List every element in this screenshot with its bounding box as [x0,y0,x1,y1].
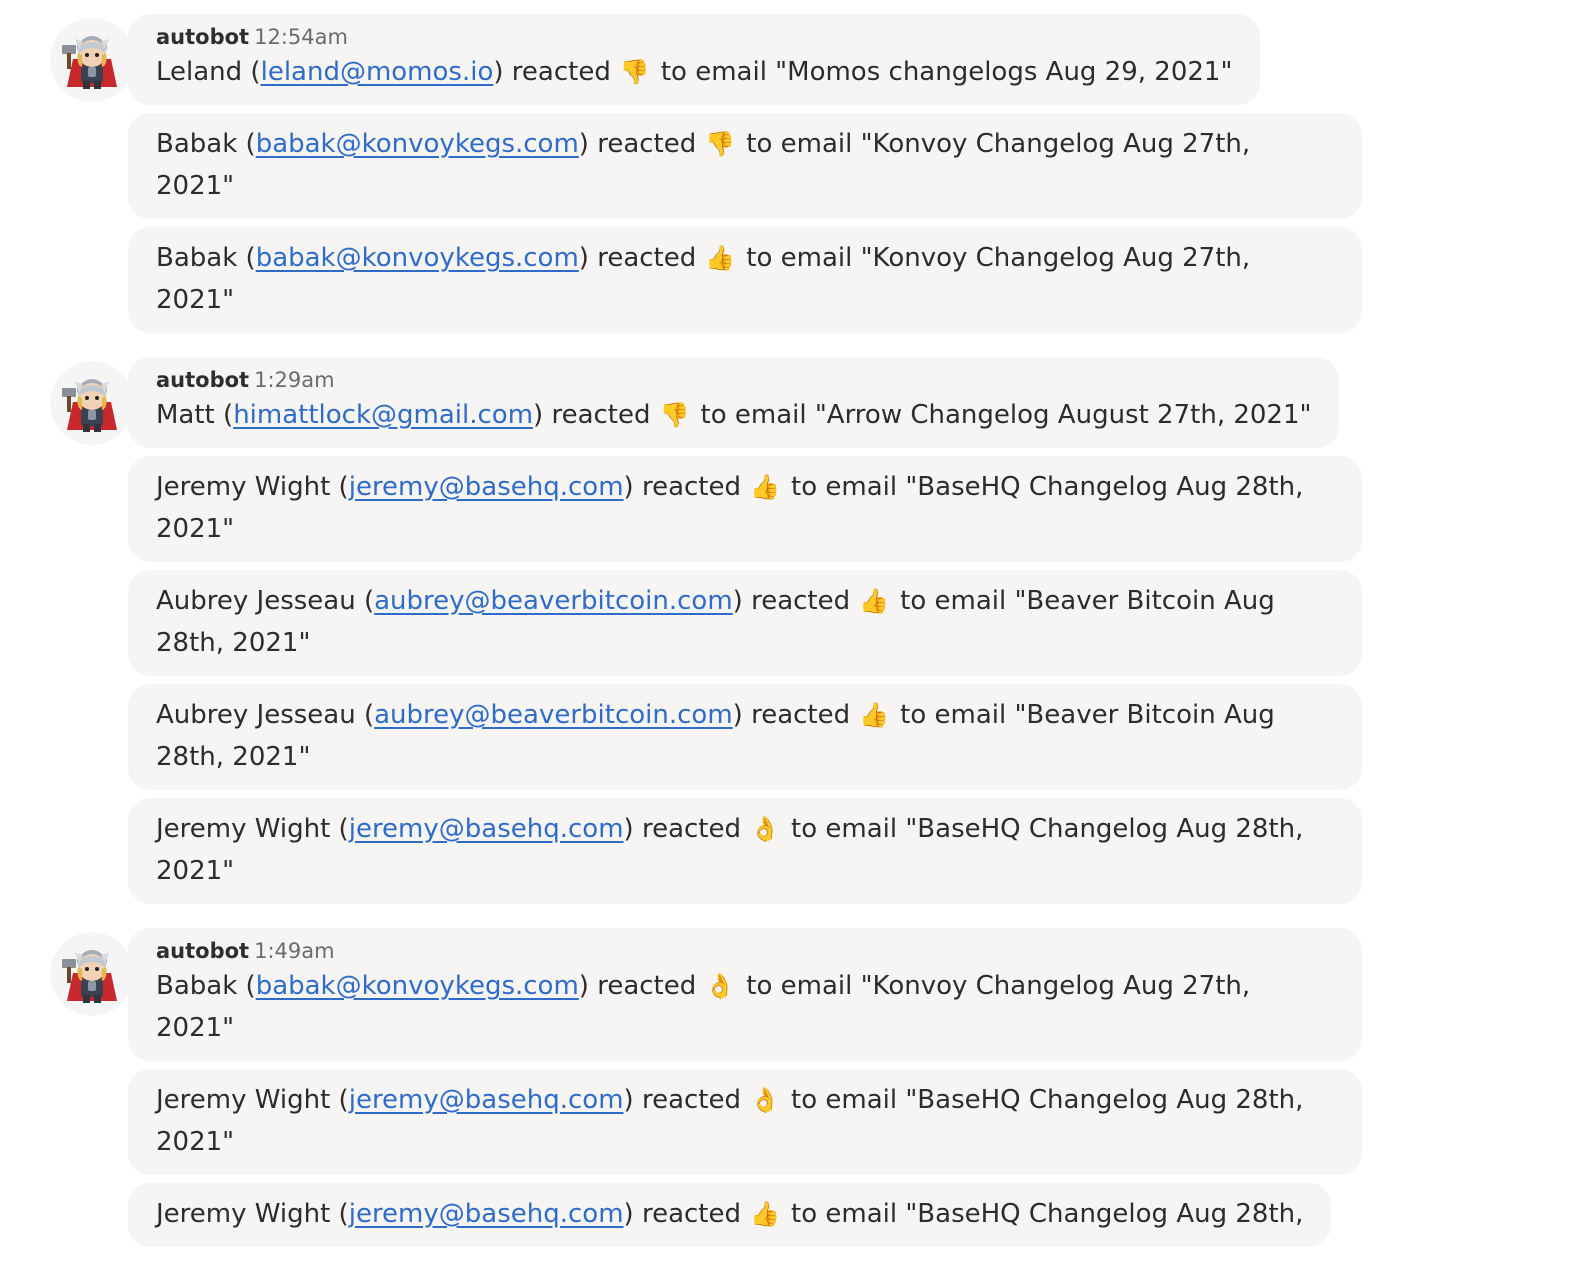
thumbs-up-icon: 👍 [859,701,890,729]
avatar[interactable] [50,361,134,445]
reaction-verb: reacted [641,472,741,502]
reactor-name: Aubrey Jesseau [156,586,356,616]
thumbs-down-icon: 👎 [705,130,736,158]
email-link[interactable]: jeremy@basehq.com [349,1199,624,1229]
message-bubble[interactable]: Jeremy Wight (jeremy@basehq.com) reacted… [128,1069,1362,1175]
message-bubble[interactable]: autobot 12:54am Leland (leland@momos.io) r… [128,14,1261,105]
email-link[interactable]: aubrey@beaverbitcoin.com [374,700,733,730]
reaction-verb: reacted [751,700,851,730]
email-link[interactable]: jeremy@basehq.com [349,1085,624,1115]
email-link[interactable]: babak@konvoykegs.com [256,971,579,1001]
message-text: Jeremy Wight (jeremy@basehq.com) reacted… [156,466,1334,550]
message-text: Babak (babak@konvoykegs.com) reacted 👎 to … [156,123,1334,207]
reaction-verb: reacted [597,971,697,1001]
email-subject: to email "Arrow Changelog August 27th, 2… [700,400,1312,430]
reactor-name: Jeremy Wight [156,472,331,502]
message-text: Jeremy Wight (jeremy@basehq.com) reacted… [156,1079,1334,1163]
message-bubble[interactable]: Babak (babak@konvoykegs.com) reacted 👎 to … [128,113,1362,219]
message-header: autobot 1:49am [156,937,1334,965]
reaction-verb: reacted [551,400,651,430]
message-feed: autobot 12:54am Leland (leland@momos.io) r… [0,14,1571,1271]
thumbs-up-icon: 👍 [705,244,736,272]
message-bubble[interactable]: Aubrey Jesseau (aubrey@beaverbitcoin.com… [128,570,1362,676]
timestamp[interactable]: 12:54am [254,25,348,49]
timestamp[interactable]: 1:29am [254,368,334,392]
message-header: autobot 1:29am [156,366,1311,394]
email-link[interactable]: jeremy@basehq.com [349,814,624,844]
message-text: Babak (babak@konvoykegs.com) reacted 👌 to … [156,965,1334,1049]
sender-name[interactable]: autobot [156,368,249,392]
reactor-name: Babak [156,129,238,159]
reactor-name: Matt [156,400,215,430]
message-text: Jeremy Wight (jeremy@basehq.com) reacted… [156,808,1334,892]
message-text: Leland (leland@momos.io) reacted 👎 to emai… [156,51,1232,93]
message-text: Aubrey Jesseau (aubrey@beaverbitcoin.com… [156,580,1334,664]
ok-hand-icon: 👌 [750,1086,780,1114]
email-link[interactable]: aubrey@beaverbitcoin.com [374,586,733,616]
message-text: Aubrey Jesseau (aubrey@beaverbitcoin.com… [156,694,1334,778]
thumbs-up-icon: 👍 [750,473,780,501]
message-bubble[interactable]: Babak (babak@konvoykegs.com) reacted 👍 to … [128,227,1362,333]
timestamp[interactable]: 1:49am [254,939,334,963]
thumbs-up-icon: 👍 [750,1200,780,1228]
email-link[interactable]: jeremy@basehq.com [349,472,624,502]
reactor-name: Leland [156,57,243,87]
email-link[interactable]: babak@konvoykegs.com [256,243,579,273]
sender-name[interactable]: autobot [156,939,249,963]
email-link[interactable]: leland@momos.io [261,57,494,87]
robot-avatar-icon [62,379,117,432]
message-bubble[interactable]: Aubrey Jesseau (aubrey@beaverbitcoin.com… [128,684,1362,790]
message-bubble[interactable]: Jeremy Wight (jeremy@basehq.com) reacted… [128,456,1362,562]
message-bubble[interactable]: Jeremy Wight (jeremy@basehq.com) reacted… [128,1183,1332,1247]
avatar[interactable] [50,932,134,1016]
reactor-name: Jeremy Wight [156,1199,331,1229]
reaction-verb: reacted [641,1085,741,1115]
reaction-verb: reacted [597,243,697,273]
reactor-name: Jeremy Wight [156,1085,331,1115]
message-bubble[interactable]: Jeremy Wight (jeremy@basehq.com) reacted… [128,798,1362,904]
ok-hand-icon: 👌 [705,972,736,1000]
message-bubble[interactable]: autobot 1:29am Matt (himattlock@gmail.com)… [128,357,1340,448]
reaction-verb: reacted [597,129,697,159]
email-subject: to email "Momos changelogs Aug 29, 2021" [660,57,1233,87]
reaction-verb: reacted [641,1199,741,1229]
thumbs-up-icon: 👍 [859,587,890,615]
reactor-name: Aubrey Jesseau [156,700,356,730]
reactor-name: Babak [156,243,238,273]
sender-name[interactable]: autobot [156,25,249,49]
reaction-verb: reacted [751,586,851,616]
message-text: Jeremy Wight (jeremy@basehq.com) reacted… [156,1193,1303,1235]
message-group: autobot 12:54am Leland (leland@momos.io) r… [0,14,1571,333]
ok-hand-icon: 👌 [750,815,780,843]
avatar[interactable] [50,18,134,102]
reactor-name: Babak [156,971,238,1001]
thumbs-down-icon: 👎 [659,401,690,429]
message-text: Babak (babak@konvoykegs.com) reacted 👍 to … [156,237,1334,321]
robot-avatar-icon [62,36,117,89]
message-text: Matt (himattlock@gmail.com) reacted 👎 to e… [156,394,1311,436]
message-group: autobot 1:49am Babak (babak@konvoykegs.com… [0,928,1571,1247]
reaction-verb: reacted [641,814,741,844]
message-group: autobot 1:29am Matt (himattlock@gmail.com)… [0,357,1571,904]
email-subject: to email "BaseHQ Changelog Aug 28th, [791,1199,1304,1229]
reactor-name: Jeremy Wight [156,814,331,844]
reaction-verb: reacted [511,57,611,87]
message-bubble[interactable]: autobot 1:49am Babak (babak@konvoykegs.com… [128,928,1362,1061]
email-link[interactable]: himattlock@gmail.com [233,400,533,430]
thumbs-down-icon: 👎 [619,58,650,86]
email-link[interactable]: babak@konvoykegs.com [256,129,579,159]
robot-avatar-icon [62,950,117,1003]
message-header: autobot 12:54am [156,23,1232,51]
